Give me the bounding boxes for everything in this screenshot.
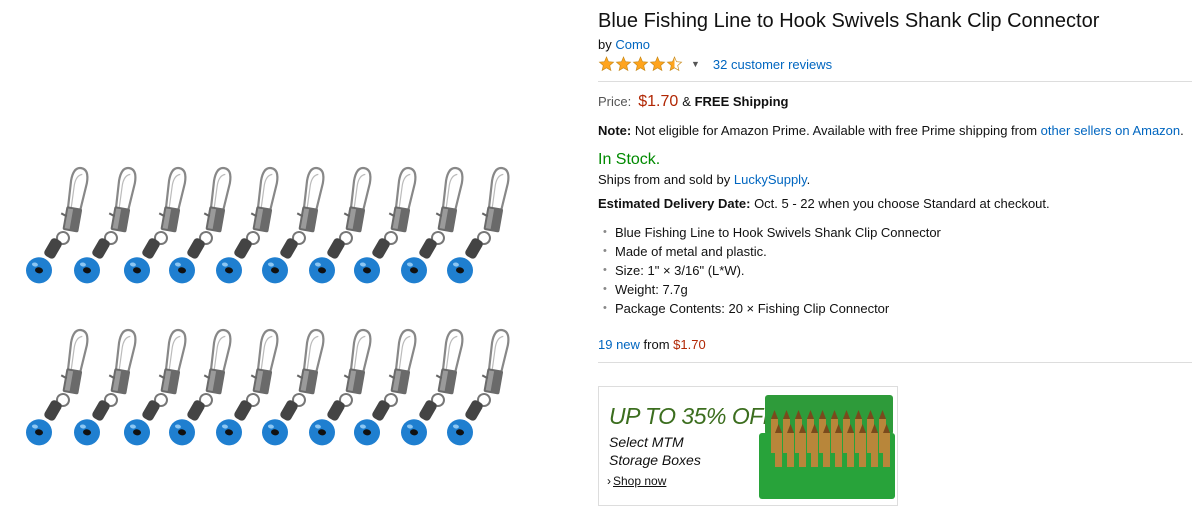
chevron-down-icon[interactable]: ▼ <box>691 59 700 69</box>
feature-bullet: Made of metal and plastic. <box>598 242 1188 261</box>
ad-line2: Storage Boxes <box>609 452 701 468</box>
shop-now-label: Shop now <box>613 474 667 488</box>
new-offers-link[interactable]: 19 new <box>598 337 640 352</box>
other-sellers-link[interactable]: other sellers on Amazon <box>1041 123 1180 138</box>
reviews-link[interactable]: 32 customer reviews <box>713 57 832 72</box>
product-image[interactable] <box>0 0 590 512</box>
divider <box>598 81 1192 82</box>
ammo-round <box>823 433 830 467</box>
note-label: Note: <box>598 123 632 138</box>
divider <box>598 362 1192 363</box>
product-info: Blue Fishing Line to Hook Swivels Shank … <box>598 8 1192 363</box>
ships-from: Ships from and sold by LuckySupply. <box>598 172 1188 187</box>
ammo-round <box>775 433 782 467</box>
star-icon <box>649 56 666 72</box>
shipping-info: & FREE Shipping <box>682 94 788 109</box>
star-icon <box>598 56 615 72</box>
brand-link[interactable]: Como <box>615 37 650 52</box>
ammo-round <box>871 433 878 467</box>
fishing-clips-image <box>25 166 510 446</box>
shipping-prefix: & <box>682 94 691 109</box>
price-value: $1.70 <box>638 93 679 110</box>
fishing-clip <box>446 328 510 446</box>
note-end: . <box>1180 123 1184 138</box>
feature-bullet: Weight: 7.7g <box>598 280 1188 299</box>
price-label: Price: <box>598 94 632 109</box>
ammo-round <box>859 433 866 467</box>
feature-bullet: Package Contents: 20 × Fishing Clip Conn… <box>598 299 1188 318</box>
ammo-round <box>883 433 890 467</box>
ammo-round <box>847 433 854 467</box>
fishing-clip <box>446 166 510 284</box>
ammo-round <box>799 433 806 467</box>
free-shipping: FREE Shipping <box>694 94 789 109</box>
ammo-round <box>835 433 842 467</box>
star-icon <box>632 56 649 72</box>
delivery-text: Oct. 5 - 22 when you choose Standard at … <box>750 196 1050 211</box>
ad-subtext: Select MTM Storage Boxes <box>609 433 701 469</box>
note-text: Not eligible for Amazon Prime. Available… <box>631 123 1041 138</box>
feature-bullet: Size: 1" × 3/16" (L*W). <box>598 261 1188 280</box>
ships-text: Ships from and sold by <box>598 172 734 187</box>
prime-note: Note: Not eligible for Amazon Prime. Ava… <box>598 123 1188 138</box>
offers-from: from <box>639 337 674 352</box>
ammo-round <box>787 433 794 467</box>
seller-link[interactable]: LuckySupply <box>734 172 807 187</box>
by-label: by <box>598 37 612 52</box>
byline: by Como <box>598 37 1188 52</box>
delivery-date: Estimated Delivery Date: Oct. 5 - 22 whe… <box>598 196 1188 211</box>
rating-row: ▼ 32 customer reviews <box>598 55 1188 73</box>
delivery-label: Estimated Delivery Date: <box>598 196 751 211</box>
chevron-right-icon: › <box>607 474 611 488</box>
price-row: Price: $1.70 & FREE Shipping <box>598 93 1188 111</box>
ammo-round <box>811 433 818 467</box>
ad-line1: Select MTM <box>609 434 684 450</box>
ammo-box-image <box>759 395 895 499</box>
star-rating[interactable] <box>598 56 683 72</box>
feature-bullets: Blue Fishing Line to Hook Swivels Shank … <box>598 223 1188 318</box>
product-title: Blue Fishing Line to Hook Swivels Shank … <box>598 10 1100 32</box>
storage-boxes-ad[interactable]: UP TO 35% OFF Select MTM Storage Boxes ›… <box>598 386 898 506</box>
ships-end: . <box>806 172 811 187</box>
offers-price: $1.70 <box>673 337 706 352</box>
other-offers: 19 new from $1.70 <box>598 337 1188 352</box>
star-icon <box>615 56 632 72</box>
shop-now-link[interactable]: › Shop now <box>607 474 666 488</box>
feature-bullet: Blue Fishing Line to Hook Swivels Shank … <box>598 223 1188 242</box>
star-icon <box>666 56 683 72</box>
stock-status: In Stock. <box>598 151 661 168</box>
